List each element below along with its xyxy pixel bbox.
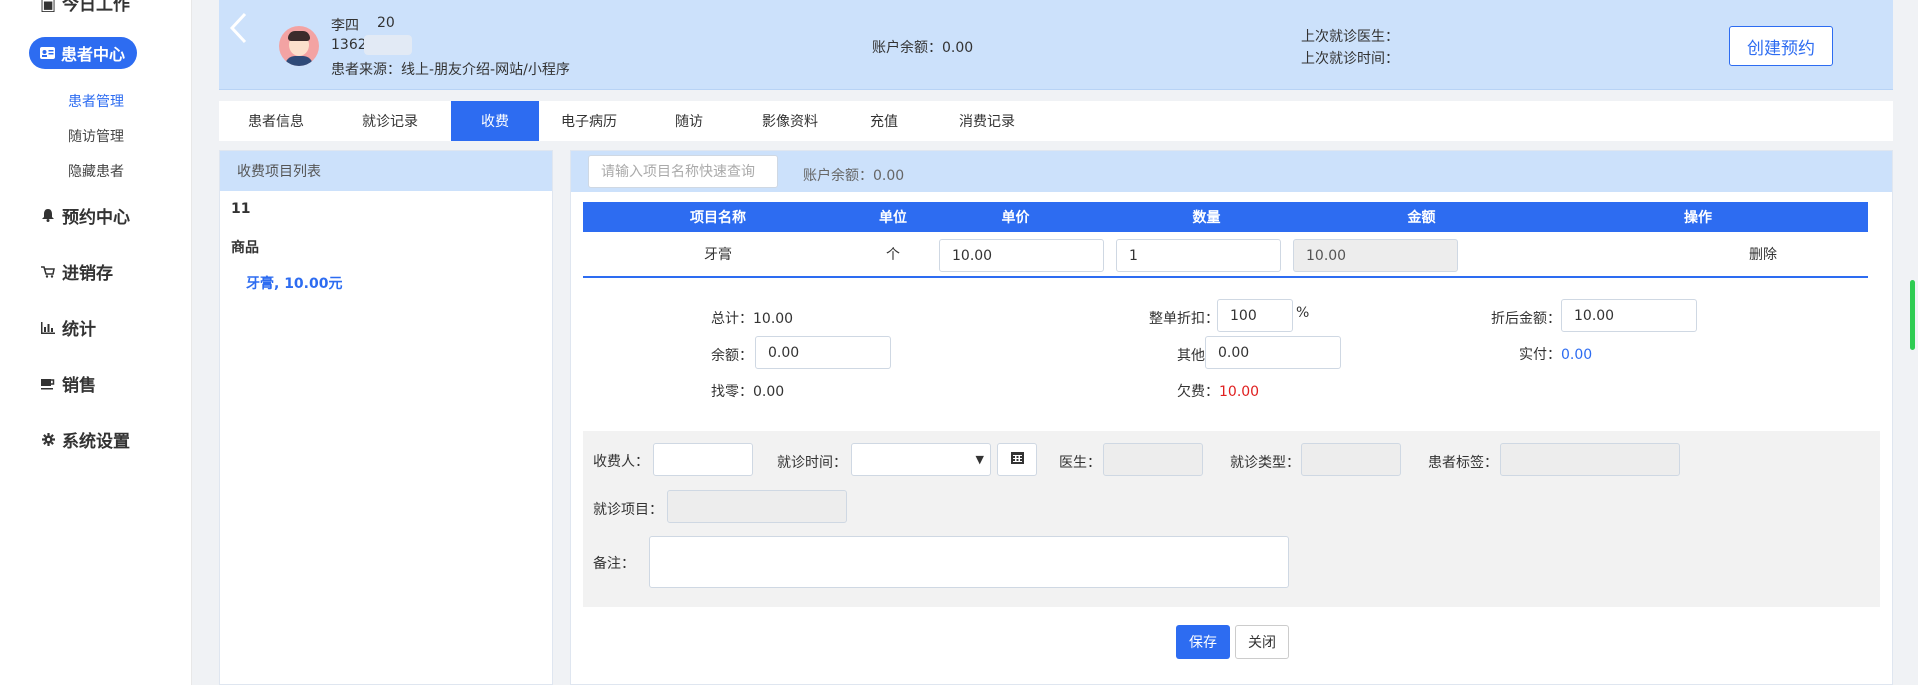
change-summary: 找零：0.00 — [711, 384, 785, 400]
row-price-input[interactable]: 10.00 — [939, 239, 1104, 272]
create-appointment-button[interactable]: 创建预约 — [1729, 26, 1833, 66]
charge-table-header: 项目名称 单位 单价 数量 金额 操作 — [583, 202, 1868, 232]
balance-input[interactable]: 0.00 — [755, 336, 891, 369]
sidebar-item-statistics[interactable]: 统计 — [40, 315, 96, 340]
patient-source: 患者来源：线上-朋友介绍-网站/小程序 — [331, 62, 570, 78]
chevron-down-icon: ▼ — [975, 453, 984, 466]
doctor-input — [1103, 443, 1203, 476]
close-button[interactable]: 关闭 — [1235, 625, 1289, 659]
patient-tag-input — [1500, 443, 1680, 476]
col-item-name: 项目名称 — [690, 210, 746, 226]
toolbar-balance: 账户余额：0.00 — [803, 168, 905, 184]
visit-type-label: 就诊类型： — [1230, 455, 1300, 471]
charge-item-list-panel: 收费项目列表 11 商品 牙膏, 10.00元 — [219, 150, 553, 685]
sidebar-subitem-hidden-patients[interactable]: 隐藏患者 — [68, 161, 124, 181]
visit-time-select[interactable]: ▼ — [851, 443, 991, 476]
discount-input[interactable]: 100 — [1217, 299, 1293, 332]
patient-tabs: 患者信息 就诊记录 收费 电子病历 随访 影像资料 充值 消费记录 — [219, 101, 1893, 141]
visit-time-label: 就诊时间： — [777, 455, 847, 471]
total-summary: 总计：10.00 — [711, 311, 794, 327]
charge-details-form: 收费人： 就诊时间： ▼ 医生： 就诊类型： 患者标签： 就诊项目： 备注： — [583, 431, 1880, 607]
visit-type-input — [1301, 443, 1401, 476]
table-row: 牙膏 个 10.00 1 10.00 删除 — [583, 232, 1868, 278]
tab-followup[interactable]: 随访 — [639, 101, 739, 141]
row-item-name: 牙膏 — [704, 247, 732, 263]
row-amount-input: 10.00 — [1293, 239, 1458, 272]
row-delete-link[interactable]: 删除 — [1683, 232, 1843, 276]
col-price: 单价 — [1001, 210, 1030, 226]
back-arrow-icon[interactable] — [229, 12, 247, 51]
tab-imaging[interactable]: 影像资料 — [739, 101, 841, 141]
sidebar-item-patient-center[interactable]: 患者中心 — [29, 37, 138, 69]
remark-textarea[interactable] — [649, 536, 1289, 588]
patient-name: 李四 — [331, 18, 359, 34]
row-quantity-input[interactable]: 1 — [1116, 239, 1281, 272]
category-goods[interactable]: 商品 — [231, 237, 259, 257]
sidebar-item-system-settings[interactable]: 系统设置 — [40, 427, 130, 452]
sidebar-item-inventory[interactable]: 进销存 — [40, 259, 113, 284]
doctor-label: 医生： — [1059, 455, 1101, 471]
charge-item-list-title: 收费项目列表 — [220, 151, 552, 191]
owed-summary: 欠费：10.00 — [1177, 384, 1260, 400]
other-input[interactable]: 0.00 — [1205, 336, 1341, 369]
charge-toolbar: 账户余额：0.00 — [571, 151, 1892, 192]
calendar-icon — [1010, 451, 1024, 468]
id-card-icon — [39, 45, 55, 61]
gear-icon — [40, 432, 56, 448]
category-11[interactable]: 11 — [231, 201, 250, 217]
patient-phone: 1362 — [331, 37, 367, 53]
col-unit: 单位 — [879, 210, 907, 226]
save-button[interactable]: 保存 — [1176, 625, 1230, 659]
last-visit-doctor: 上次就诊医生： — [1301, 29, 1399, 45]
sidebar-item-appointment-center[interactable]: 预约中心 — [40, 203, 130, 228]
patient-tag-label: 患者标签： — [1428, 455, 1498, 471]
row-unit: 个 — [886, 247, 900, 263]
sidebar-subitem-patient-management[interactable]: 患者管理 — [68, 91, 124, 111]
visit-item-input — [667, 490, 847, 523]
item-search-input[interactable] — [588, 155, 778, 188]
sidebar: ▣ 今日工作 患者中心 患者管理 随访管理 隐藏患者 预约中心 进销存 统计 销… — [0, 0, 192, 685]
paid-summary: 实付：0.00 — [1519, 347, 1593, 363]
product-toothpaste[interactable]: 牙膏, 10.00元 — [246, 273, 342, 293]
col-action: 操作 — [1684, 210, 1712, 226]
after-discount-label: 折后金额： — [1491, 311, 1561, 327]
calendar-button[interactable] — [997, 443, 1037, 476]
cashier-input[interactable] — [653, 443, 753, 476]
discount-label: 整单折扣： — [1149, 311, 1219, 327]
after-discount-input[interactable]: 10.00 — [1561, 299, 1697, 332]
calendar-icon: ▣ — [40, 0, 62, 15]
tab-charge[interactable]: 收费 — [451, 101, 539, 141]
header-balance: 账户余额：0.00 — [872, 40, 974, 56]
tab-visit-records[interactable]: 就诊记录 — [333, 101, 447, 141]
tab-consumption-records[interactable]: 消费记录 — [927, 101, 1047, 141]
phone-mask — [364, 35, 412, 55]
visit-item-label: 就诊项目： — [593, 502, 663, 518]
coffee-cup-icon — [40, 376, 56, 392]
bar-chart-icon — [40, 320, 56, 336]
patient-header: 李四 20 1362 患者来源：线上-朋友介绍-网站/小程序 账户余额：0.00… — [219, 0, 1893, 90]
last-visit-time: 上次就诊时间： — [1301, 51, 1399, 67]
balance-label: 余额： — [711, 348, 753, 364]
sidebar-item-sales[interactable]: 销售 — [40, 371, 96, 396]
patient-age: 20 — [377, 15, 395, 31]
cart-icon — [40, 264, 56, 280]
sidebar-item-today-work[interactable]: ▣ 今日工作 — [40, 0, 130, 15]
patient-avatar — [279, 26, 319, 66]
remark-label: 备注： — [593, 556, 635, 572]
tab-patient-info[interactable]: 患者信息 — [219, 101, 333, 141]
cashier-label: 收费人： — [593, 454, 649, 470]
col-amount: 金额 — [1407, 210, 1436, 226]
col-quantity: 数量 — [1192, 210, 1221, 226]
page-scrollbar[interactable] — [1910, 280, 1915, 350]
tab-emr[interactable]: 电子病历 — [539, 101, 639, 141]
tab-recharge[interactable]: 充值 — [841, 101, 927, 141]
bell-icon — [40, 208, 56, 224]
percent-sign: % — [1296, 305, 1310, 321]
sidebar-subitem-followup-management[interactable]: 随访管理 — [68, 126, 124, 146]
charge-main-panel: 账户余额：0.00 项目名称 单位 单价 数量 金额 操作 牙膏 个 10.00… — [570, 150, 1893, 685]
